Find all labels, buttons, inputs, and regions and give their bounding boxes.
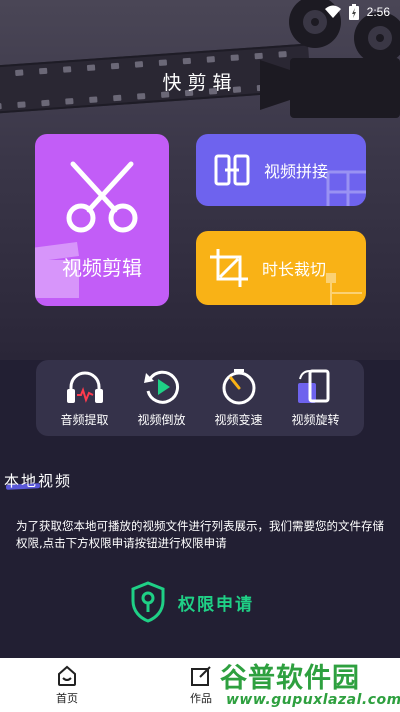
- watermark: 谷普软件园 www.gupuxlazal.com: [214, 654, 400, 712]
- tool-label: 视频变速: [214, 412, 263, 427]
- tool-label: 视频倒放: [137, 412, 186, 427]
- rotate-icon: [297, 369, 329, 403]
- permission-request-button[interactable]: 权限申请: [130, 578, 280, 626]
- duration-cut-label: 时长裁切: [262, 260, 327, 279]
- permission-description: 为了获取您本地可播放的视频文件进行列表展示，我们需要您的文件存储权限,点击下方权…: [16, 519, 384, 550]
- watermark-main: 谷普软件园: [220, 663, 360, 694]
- tool-video-speed[interactable]: 视频变速: [203, 368, 275, 428]
- grid-decoration: [326, 170, 366, 206]
- duration-cut-card[interactable]: 时长裁切: [196, 231, 366, 305]
- tool-label: 视频旋转: [291, 412, 340, 427]
- status-time: 2:56: [366, 5, 390, 19]
- concat-icon: [214, 154, 250, 186]
- permission-request-label: 权限申请: [178, 594, 254, 615]
- slider-decoration: [326, 273, 362, 305]
- wifi-icon: [324, 5, 341, 18]
- tool-video-reverse[interactable]: 视频倒放: [126, 369, 198, 428]
- video-edit-card[interactable]: 视频剪辑: [35, 134, 169, 306]
- nav-works-label: 作品: [190, 691, 212, 705]
- tool-audio-extract[interactable]: 音频提取: [49, 369, 121, 428]
- video-concat-card[interactable]: 视频拼接: [196, 134, 366, 206]
- reverse-play-icon: [143, 370, 179, 404]
- battery-icon: [348, 4, 359, 20]
- shield-key-icon: [131, 581, 165, 623]
- status-bar: 2:56: [0, 0, 400, 24]
- scissors-icon: [66, 161, 138, 232]
- home-icon: [58, 665, 76, 686]
- local-video-title: 本地视频: [4, 472, 73, 490]
- edit-icon: [191, 665, 211, 686]
- tool-label: 音频提取: [60, 412, 109, 427]
- headphones-icon: [66, 371, 103, 403]
- video-concat-label: 视频拼接: [264, 162, 329, 181]
- app-title: 快剪辑: [162, 72, 238, 94]
- crop-icon: [210, 249, 248, 287]
- video-edit-label: 视频剪辑: [62, 255, 142, 280]
- speedometer-icon: [222, 368, 255, 404]
- watermark-url: www.gupuxlazal.com: [226, 692, 400, 708]
- tools-panel: 音频提取 视频倒放 视频变速 视频旋转: [36, 360, 364, 436]
- tool-video-rotate[interactable]: 视频旋转: [280, 369, 352, 428]
- nav-home-label: 首页: [56, 691, 78, 705]
- nav-home[interactable]: 首页: [0, 658, 134, 712]
